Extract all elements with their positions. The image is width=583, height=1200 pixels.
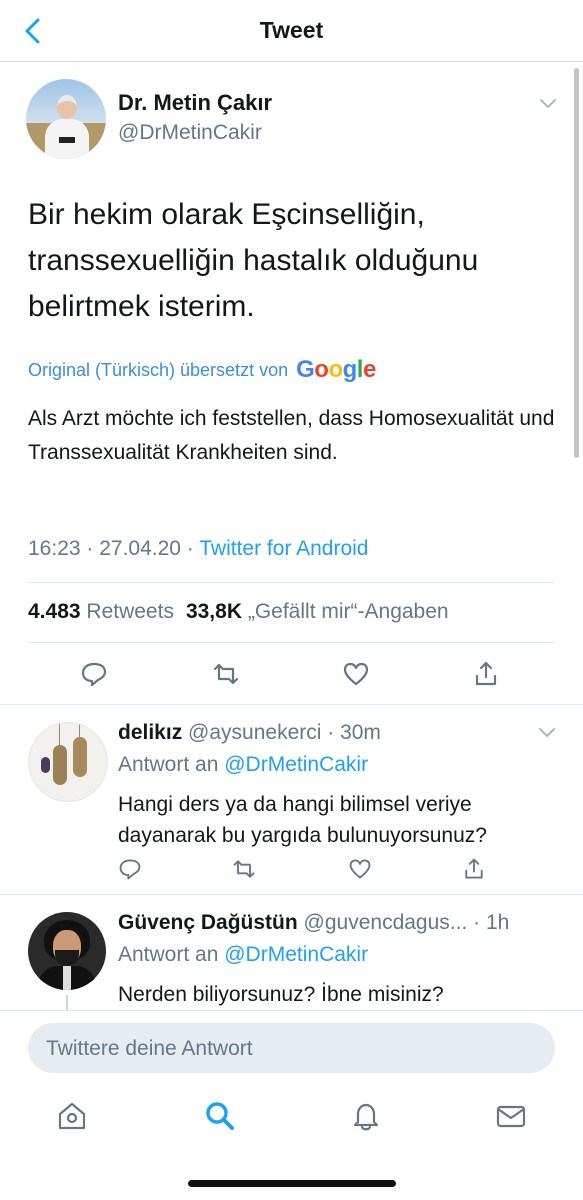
reply-to: Antwort an @DrMetinCakir	[118, 943, 368, 967]
reply-to-label: Antwort an	[118, 943, 225, 966]
reply-avatar[interactable]	[28, 722, 108, 802]
reply-to-mention[interactable]: @DrMetinCakir	[224, 753, 368, 776]
timestamp: 16:23 · 27.04.20 ·	[28, 537, 200, 560]
reply-author-name[interactable]: Güvenç Dağüstün	[118, 911, 298, 934]
tweet-meta: 16:23 · 27.04.20 · Twitter for Android	[28, 537, 369, 561]
author-handle[interactable]: @DrMetinCakir	[118, 121, 262, 145]
reply-input[interactable]: Twittere deine Antwort	[28, 1023, 555, 1073]
reply-to: Antwort an @DrMetinCakir	[118, 753, 368, 777]
author-name[interactable]: Dr. Metin Çakır	[118, 90, 272, 116]
retweets-label: Retweets	[86, 600, 174, 623]
search-icon[interactable]	[204, 1100, 236, 1132]
reply-icon[interactable]	[80, 660, 108, 688]
author-avatar[interactable]	[26, 79, 106, 159]
retweets-stat[interactable]: 4.483 Retweets	[28, 600, 174, 624]
translation-attribution: Original (Türkisch) übersetzt von Google	[28, 356, 376, 384]
page-title: Tweet	[259, 17, 324, 43]
tweet-text: Bir hekim olarak Eşcinselliğin, transsex…	[28, 198, 479, 323]
google-logo: Google	[296, 356, 376, 383]
divider	[28, 642, 555, 643]
home-icon[interactable]	[56, 1100, 88, 1132]
back-arrow-icon[interactable]	[22, 17, 44, 45]
chevron-down-icon[interactable]	[538, 97, 558, 111]
heart-icon[interactable]	[348, 857, 372, 881]
reply-to-mention[interactable]: @DrMetinCakir	[224, 943, 368, 966]
share-icon[interactable]	[472, 660, 500, 688]
reply-handle-time: @guvencdagus... · 1h	[297, 911, 510, 934]
reply-avatar[interactable]	[28, 912, 106, 990]
reply-tweet[interactable]: delikız @aysunekerci · 30m Antwort an @D…	[0, 705, 583, 895]
heart-icon[interactable]	[342, 660, 370, 688]
reply-input-placeholder: Twittere deine Antwort	[46, 1037, 253, 1060]
retweet-icon[interactable]	[232, 857, 256, 881]
main-tweet: Dr. Metin Çakır @DrMetinCakir Bir hekim …	[0, 62, 583, 705]
tab-bar	[0, 1082, 583, 1200]
messages-icon[interactable]	[495, 1100, 527, 1132]
reply-to-label: Antwort an	[118, 753, 225, 776]
translation-label: Original (Türkisch) übersetzt von	[28, 359, 289, 380]
reply-text: Hangi ders ya da hangi bilimsel veriye d…	[118, 793, 487, 847]
reply-icon[interactable]	[118, 857, 142, 881]
notifications-icon[interactable]	[350, 1100, 382, 1132]
reply-header: delikız @aysunekerci · 30m	[118, 721, 381, 745]
top-nav-bar: Tweet	[0, 0, 583, 62]
compose-bar: Twittere deine Antwort	[0, 1010, 583, 1082]
retweet-icon[interactable]	[212, 660, 240, 688]
reply-tweet[interactable]: Güvenç Dağüstün @guvencdagus... · 1h Ant…	[0, 895, 583, 1011]
reply-author-name[interactable]: delikız	[118, 721, 182, 744]
thread-line	[66, 995, 68, 1011]
source-link[interactable]: Twitter for Android	[199, 537, 368, 560]
likes-count: 33,8K	[185, 600, 242, 623]
reply-text: Nerden biliyorsunuz? İbne misiniz?	[118, 983, 444, 1006]
chevron-down-icon[interactable]	[538, 727, 556, 739]
retweets-count: 4.483	[28, 600, 81, 623]
translated-text: Als Arzt möchte ich feststellen, dass Ho…	[28, 407, 555, 464]
engagement-stats: 4.483 Retweets 33,8K „Gefällt mir“-Angab…	[28, 600, 449, 624]
reply-header: Güvenç Dağüstün @guvencdagus... · 1h	[118, 911, 509, 935]
divider	[28, 582, 555, 583]
home-indicator	[188, 1180, 396, 1187]
share-icon[interactable]	[462, 857, 486, 881]
likes-stat[interactable]: 33,8K „Gefällt mir“-Angaben	[186, 600, 449, 624]
tweet-actions	[0, 660, 583, 692]
reply-handle-time: @aysunekerci · 30m	[182, 721, 381, 744]
reply-actions	[0, 857, 583, 885]
likes-label: „Gefällt mir“-Angaben	[247, 600, 449, 623]
